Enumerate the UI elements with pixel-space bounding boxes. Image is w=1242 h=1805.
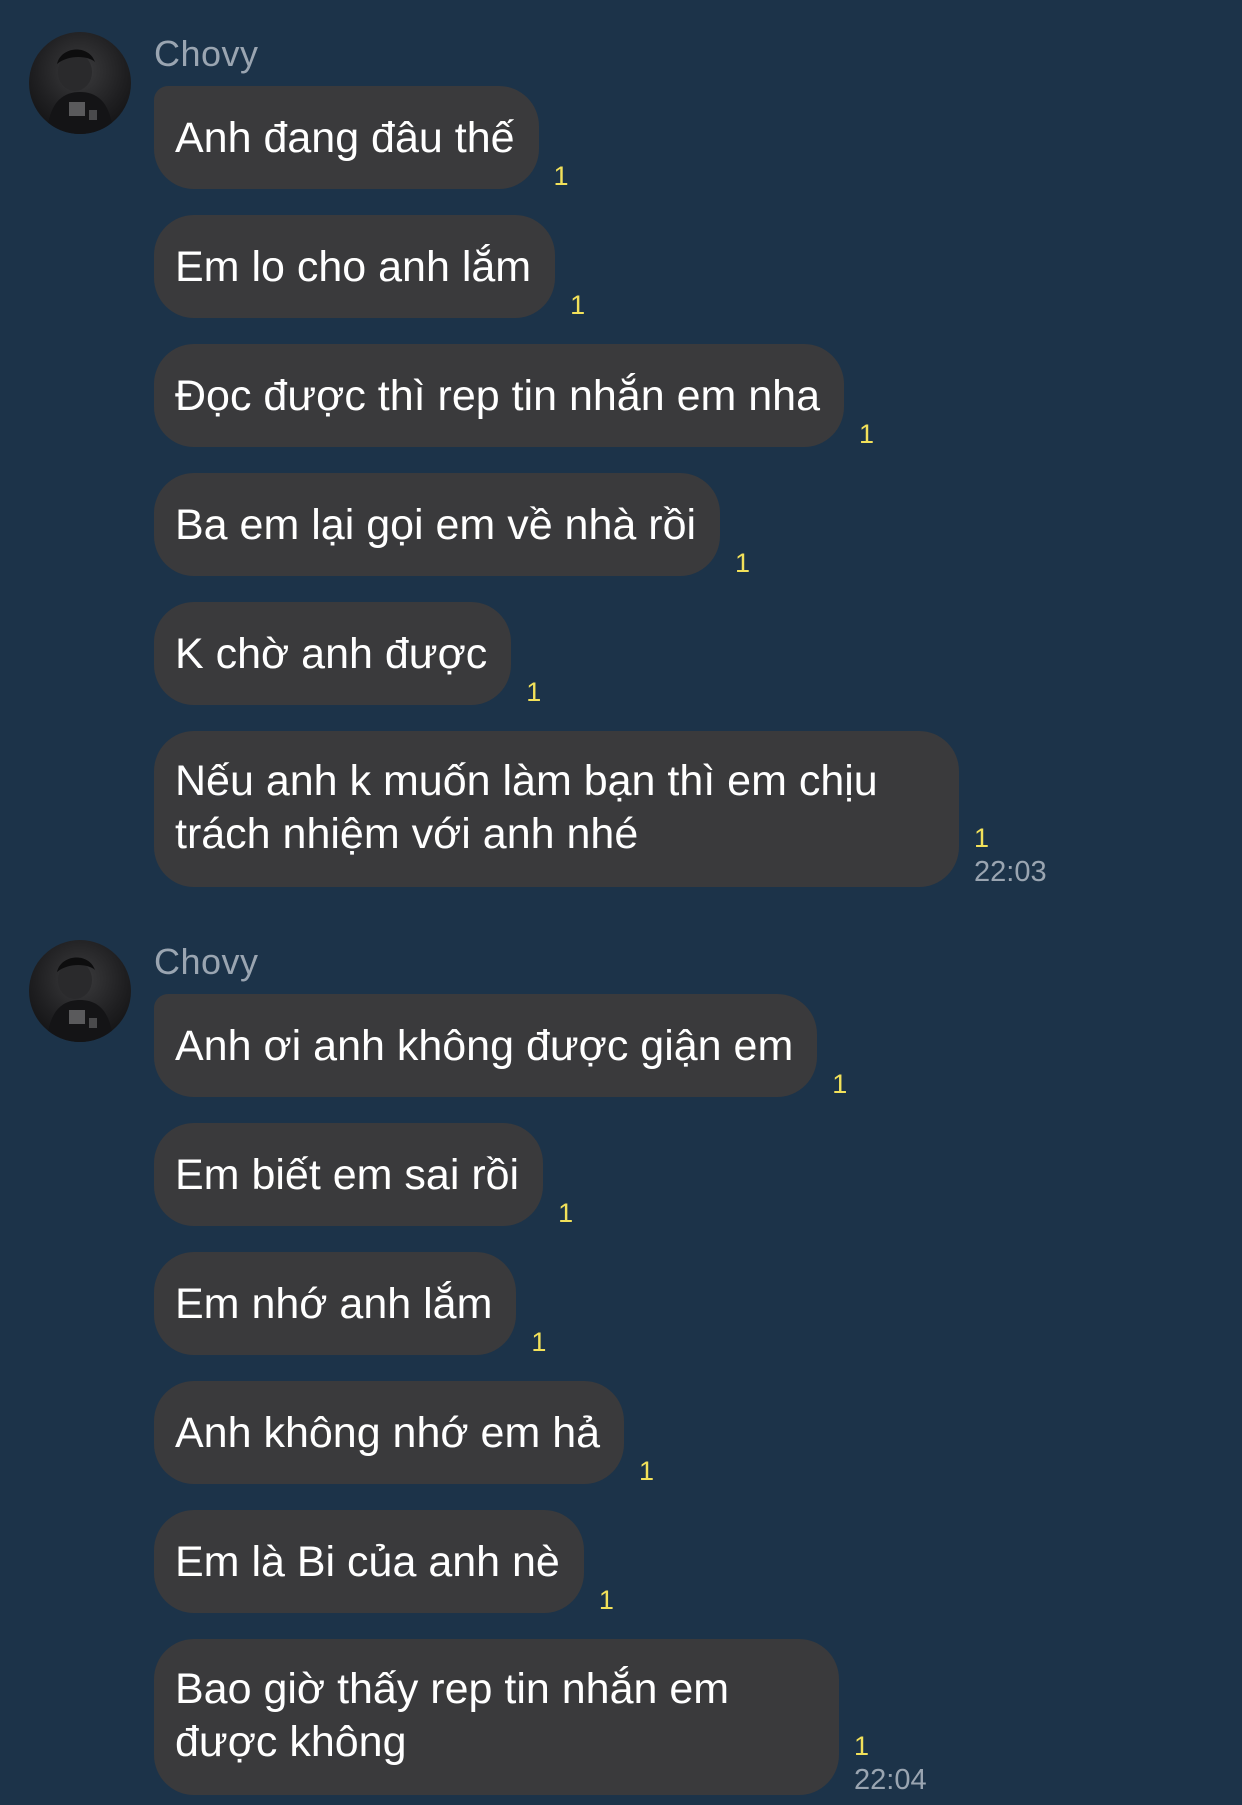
message-meta: 1: [526, 677, 541, 707]
unread-count: 1: [735, 548, 751, 578]
avatar-photo-icon: [47, 957, 113, 1042]
sender-avatar[interactable]: [29, 940, 131, 1042]
message-row: Đọc được thì rep tin nhắn em nha 1: [154, 344, 874, 449]
message-meta: 1 22:03: [974, 823, 1047, 889]
message-row: Anh ơi anh không được giận em 1: [154, 994, 847, 1099]
unread-count: 1: [832, 1069, 848, 1099]
message-bubble[interactable]: Nếu anh k muốn làm bạn thì em chịu trách…: [154, 731, 959, 887]
unread-count: 1: [859, 419, 875, 449]
message-meta: 1: [859, 419, 874, 449]
message-meta: 1 22:04: [854, 1731, 927, 1797]
sender-name: Chovy: [154, 941, 259, 982]
message-bubble[interactable]: Bao giờ thấy rep tin nhắn em được không: [154, 1639, 839, 1795]
unread-count: 1: [974, 823, 990, 853]
message-bubble[interactable]: Em là Bi của anh nè: [154, 1510, 584, 1613]
avatar-photo-icon: [47, 49, 113, 134]
message-bubble[interactable]: Em nhớ anh lắm: [154, 1252, 517, 1355]
unread-count: 1: [531, 1327, 547, 1357]
message-bubble[interactable]: K chờ anh được: [154, 602, 512, 705]
message-row: Ba em lại gọi em về nhà rồi 1: [154, 473, 750, 578]
message-meta: 1: [558, 1198, 573, 1228]
message-bubble[interactable]: Ba em lại gọi em về nhà rồi: [154, 473, 721, 576]
message-row: Em nhớ anh lắm 1: [154, 1252, 546, 1357]
unread-count: 1: [598, 1585, 614, 1615]
unread-count: 1: [526, 677, 542, 707]
message-row: Nếu anh k muốn làm bạn thì em chịu trách…: [154, 731, 1047, 889]
message-meta: 1: [599, 1585, 614, 1615]
message-bubble[interactable]: Em biết em sai rồi: [154, 1123, 544, 1226]
unread-count: 1: [553, 161, 569, 191]
message-meta: 1: [570, 290, 585, 320]
message-meta: 1: [832, 1069, 847, 1099]
message-row: Em biết em sai rồi 1: [154, 1123, 573, 1228]
message-bubble[interactable]: Em lo cho anh lắm: [154, 215, 556, 318]
sender-avatar[interactable]: [29, 32, 131, 134]
message-row: Em lo cho anh lắm 1: [154, 215, 585, 320]
message-row: K chờ anh được 1: [154, 602, 541, 707]
message-meta: 1: [554, 161, 569, 191]
message-bubble[interactable]: Anh không nhớ em hả: [154, 1381, 625, 1484]
message-timestamp: 22:03: [974, 856, 1047, 888]
sender-name: Chovy: [154, 33, 259, 74]
message-meta: 1: [639, 1456, 654, 1486]
unread-count: 1: [854, 1731, 870, 1761]
message-row: Em là Bi của anh nè 1: [154, 1510, 614, 1615]
message-row: Bao giờ thấy rep tin nhắn em được không …: [154, 1639, 927, 1797]
message-bubble[interactable]: Anh ơi anh không được giận em: [154, 994, 818, 1097]
unread-count: 1: [558, 1198, 574, 1228]
message-timestamp: 22:04: [854, 1764, 927, 1796]
message-bubble[interactable]: Anh đang đâu thế: [154, 86, 539, 189]
message-row: Anh không nhớ em hả 1: [154, 1381, 654, 1486]
message-bubble[interactable]: Đọc được thì rep tin nhắn em nha: [154, 344, 844, 447]
message-meta: 1: [735, 548, 750, 578]
unread-count: 1: [570, 290, 586, 320]
unread-count: 1: [639, 1456, 655, 1486]
message-meta: 1: [531, 1327, 546, 1357]
message-row: Anh đang đâu thế 1: [154, 86, 569, 191]
